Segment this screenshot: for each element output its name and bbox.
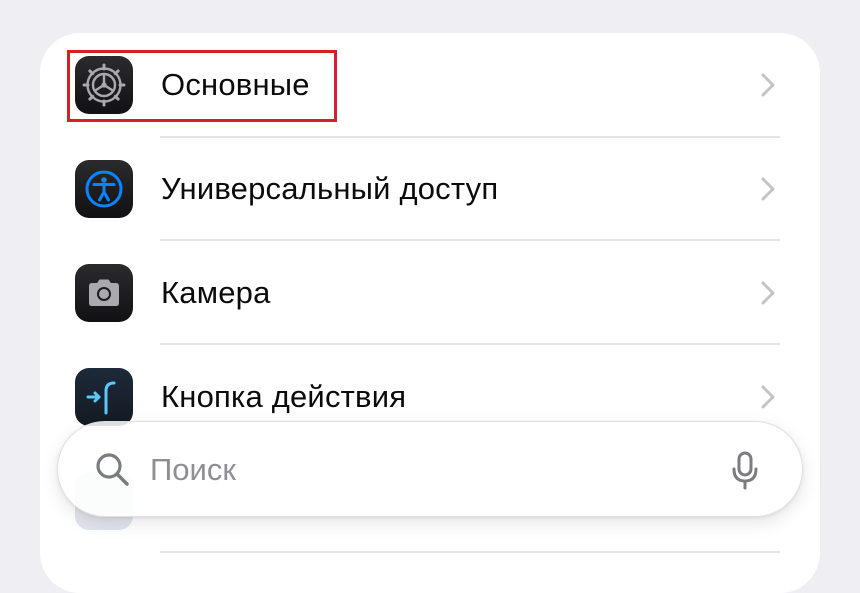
microphone-icon[interactable] — [730, 450, 760, 490]
action-button-icon — [75, 368, 133, 426]
camera-icon — [75, 264, 133, 322]
chevron-right-icon — [761, 73, 775, 97]
settings-item-label: Универсальный доступ — [161, 171, 499, 206]
highlight-box — [67, 50, 337, 122]
settings-item-accessibility[interactable]: Универсальный доступ — [40, 137, 820, 241]
accessibility-icon — [75, 160, 133, 218]
search-input[interactable]: Поиск — [150, 422, 236, 518]
chevron-right-icon — [761, 385, 775, 409]
chevron-right-icon — [761, 177, 775, 201]
separator — [160, 551, 780, 553]
settings-item-label: Камера — [161, 275, 271, 310]
search-icon — [96, 453, 129, 486]
settings-item-camera[interactable]: Камера — [40, 241, 820, 345]
search-field[interactable]: Поиск — [57, 421, 803, 517]
chevron-right-icon — [761, 281, 775, 305]
